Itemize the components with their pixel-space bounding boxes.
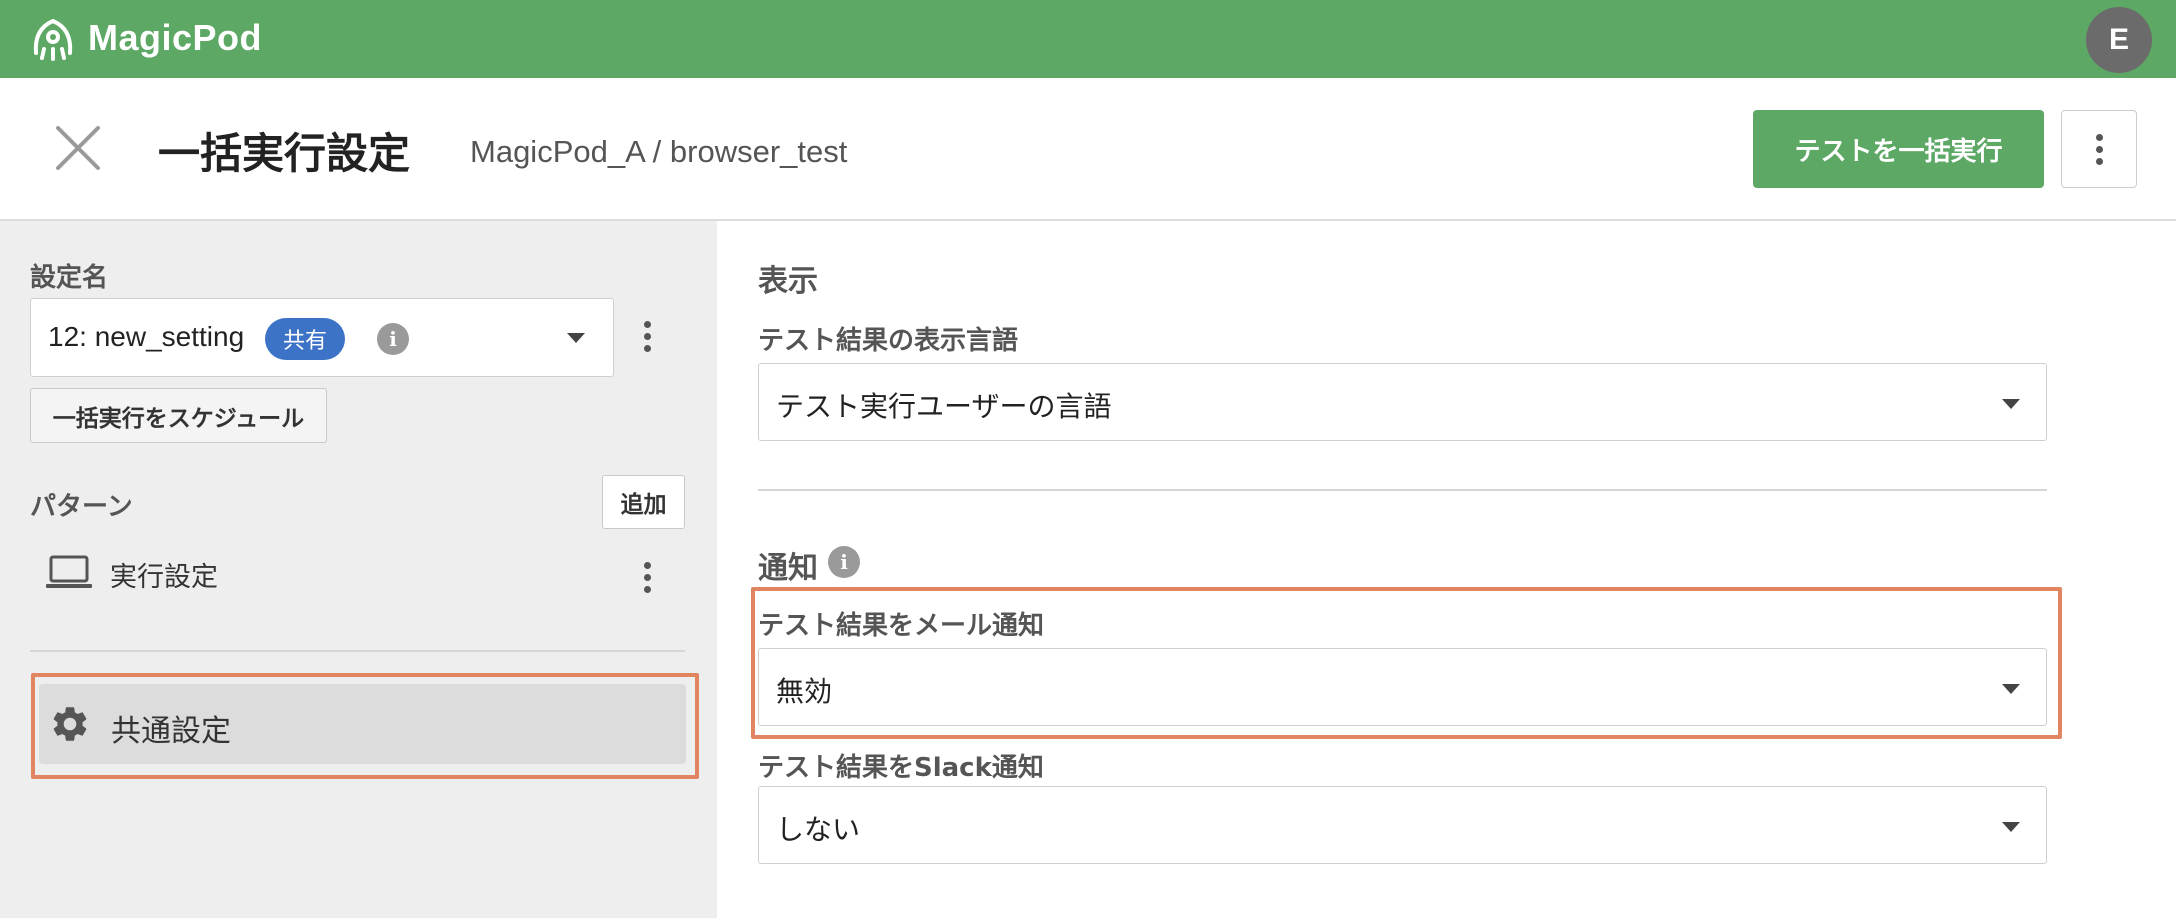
highlight-box-email-notification — [751, 587, 2062, 739]
pattern-kebab-menu-icon[interactable] — [644, 562, 651, 593]
laptop-icon — [46, 555, 92, 588]
slack-notification-label: テスト結果をSlack通知 — [758, 753, 1044, 783]
pattern-item-label: 実行設定 — [110, 562, 218, 593]
slack-notification-dropdown[interactable]: しない — [758, 786, 2047, 864]
user-avatar[interactable]: E — [2086, 7, 2152, 73]
shared-badge: 共有 — [265, 318, 345, 360]
language-dropdown-value: テスト実行ユーザーの言語 — [776, 390, 1112, 423]
display-section-title: 表示 — [758, 264, 818, 299]
app-name: MagicPod — [88, 17, 263, 58]
schedule-button[interactable]: 一括実行をスケジュール — [30, 388, 327, 443]
chevron-down-icon — [2002, 822, 2020, 832]
highlight-box-common-settings — [31, 673, 699, 779]
info-icon[interactable]: i — [377, 323, 409, 355]
section-divider — [758, 489, 2047, 491]
setting-select[interactable]: 12: new_setting 共有 i — [30, 298, 614, 377]
breadcrumb: MagicPod_A / browser_test — [470, 134, 848, 169]
chevron-down-icon — [567, 333, 585, 343]
language-label: テスト結果の表示言語 — [758, 326, 1019, 356]
setting-name-label: 設定名 — [30, 263, 109, 293]
magicpod-logo-icon — [33, 18, 73, 61]
slack-notification-value: しない — [776, 813, 861, 846]
notification-info-icon[interactable]: i — [828, 546, 860, 578]
language-dropdown[interactable]: テスト実行ユーザーの言語 — [758, 363, 2047, 441]
pattern-item-execution-settings[interactable]: 実行設定 — [30, 537, 685, 605]
settings-sidebar: 設定名 12: new_setting 共有 i 一括実行をスケジュール パター… — [0, 221, 717, 918]
page-title: 一括実行設定 — [158, 129, 411, 178]
selected-setting-value: 12: new_setting — [48, 321, 245, 352]
settings-main: 表示 テスト結果の表示言語 テスト実行ユーザーの言語 通知 i テスト結果をメー… — [717, 221, 2176, 918]
top-bar: MagicPod E — [0, 0, 2176, 78]
close-icon[interactable] — [52, 122, 104, 174]
page-header: 一括実行設定 MagicPod_A / browser_test テストを一括実… — [0, 78, 2176, 221]
pattern-label: パターン — [30, 492, 133, 522]
app-logo[interactable]: MagicPod — [28, 12, 262, 64]
chevron-down-icon — [2002, 399, 2020, 409]
more-menu-button[interactable] — [2061, 110, 2137, 188]
notification-section-title: 通知 — [758, 551, 818, 586]
add-pattern-button[interactable]: 追加 — [602, 475, 685, 529]
kebab-menu-icon — [2095, 133, 2103, 165]
sidebar-divider — [30, 650, 685, 652]
setting-kebab-menu-icon[interactable] — [644, 321, 651, 352]
batch-run-button[interactable]: テストを一括実行 — [1753, 110, 2044, 188]
